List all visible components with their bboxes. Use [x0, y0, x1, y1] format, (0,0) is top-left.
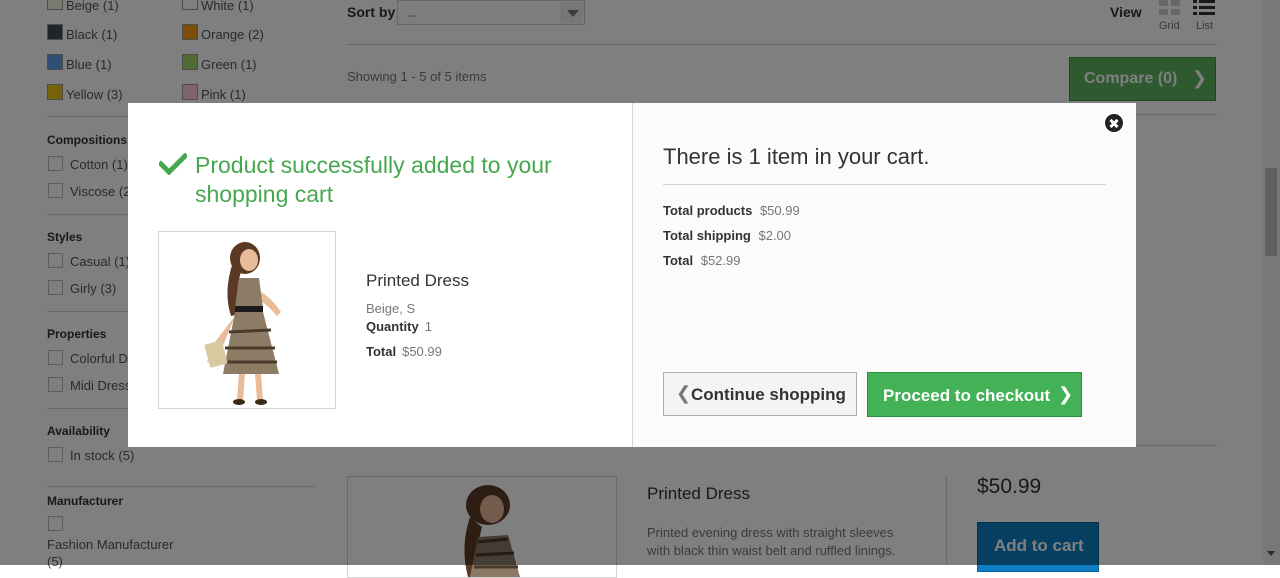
divider: [663, 184, 1106, 185]
chevron-right-icon: ❯: [1058, 384, 1074, 404]
quantity-label: Quantity: [366, 319, 419, 334]
continue-shopping-label: Continue shopping: [691, 385, 846, 404]
modal-quantity: Quantity 1: [366, 319, 432, 334]
total-products-value: $50.99: [759, 203, 800, 218]
modal-product-name: Printed Dress: [366, 271, 469, 290]
proceed-to-checkout-label: Proceed to checkout: [883, 386, 1051, 405]
total-shipping-value: $2.00: [758, 228, 792, 243]
cart-total-value: $52.99: [700, 253, 741, 268]
cart-total-label: Total: [663, 253, 694, 268]
cart-total-row: Total $52.99: [663, 253, 740, 268]
total-value: $50.99: [402, 344, 442, 359]
close-icon[interactable]: [1103, 112, 1125, 134]
continue-shopping-button[interactable]: ❮ Continue shopping: [663, 372, 857, 416]
cart-modal: Product successfully added to your shopp…: [128, 103, 1136, 447]
cart-count-title: There is 1 item in your cart.: [663, 144, 930, 169]
success-message: Product successfully added to your shopp…: [195, 152, 552, 207]
quantity-value: 1: [424, 319, 432, 334]
modal-product-total: Total $50.99: [366, 344, 442, 359]
total-shipping-row: Total shipping $2.00: [663, 228, 791, 243]
product-thumbnail: [158, 231, 336, 409]
total-shipping-label: Total shipping: [663, 228, 751, 243]
modal-product-attributes: Beige, S: [366, 301, 416, 316]
checkmark-icon: [159, 153, 187, 175]
total-products-row: Total products $50.99: [663, 203, 800, 218]
modal-right-pane: There is 1 item in your cart. Total prod…: [632, 103, 1136, 447]
chevron-left-icon: ❮: [676, 383, 692, 403]
total-label: Total: [366, 344, 397, 359]
total-products-label: Total products: [663, 203, 753, 218]
proceed-to-checkout-button[interactable]: Proceed to checkout ❯: [867, 372, 1082, 417]
